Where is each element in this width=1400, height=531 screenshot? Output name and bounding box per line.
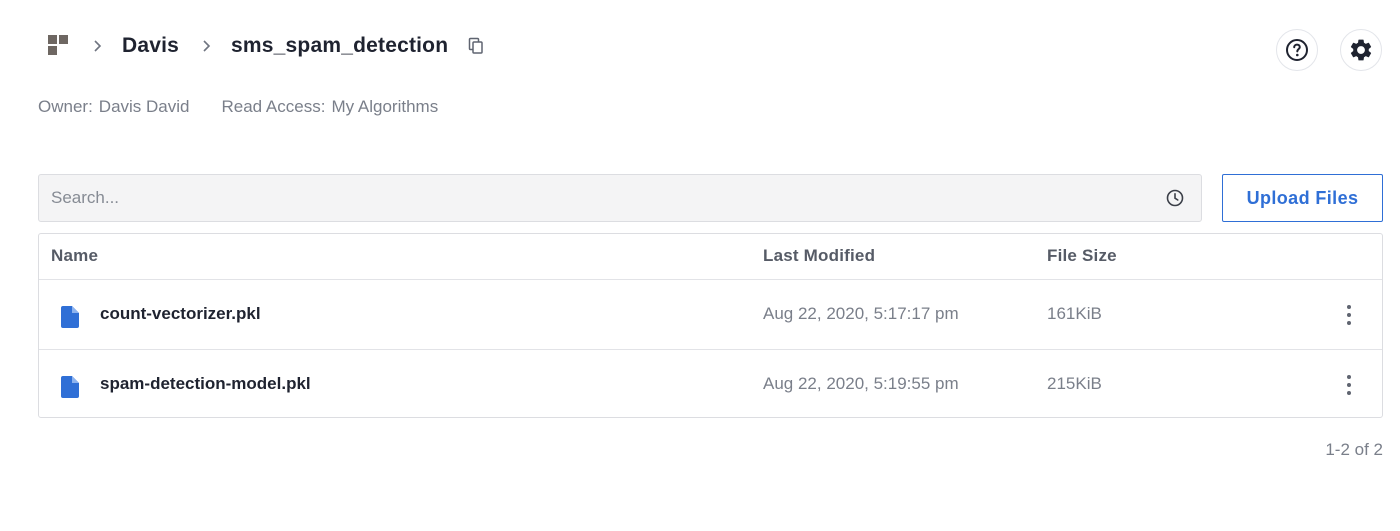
owner-info: Owner: Davis David xyxy=(38,97,190,117)
table-header: Name Last Modified File Size xyxy=(39,234,1382,280)
more-vertical-icon[interactable] xyxy=(1339,372,1359,398)
breadcrumb-collection-title: sms_spam_detection xyxy=(231,34,449,57)
search-input[interactable] xyxy=(51,188,1165,208)
last-modified-value: Aug 22, 2020, 5:17:17 pm xyxy=(763,304,959,323)
file-icon xyxy=(61,306,79,333)
file-name-link[interactable]: spam-detection-model.pkl xyxy=(100,374,311,394)
owner-label: Owner: xyxy=(38,97,93,116)
pagination-info: 1-2 of 2 xyxy=(1325,440,1383,459)
file-icon xyxy=(61,376,79,403)
column-header-file-size[interactable]: File Size xyxy=(1047,246,1117,266)
gear-icon xyxy=(1350,39,1372,61)
clock-icon[interactable] xyxy=(1165,188,1185,208)
header-actions xyxy=(1276,29,1382,71)
last-modified-value: Aug 22, 2020, 5:19:55 pm xyxy=(763,374,959,393)
file-name-link[interactable]: count-vectorizer.pkl xyxy=(100,304,261,324)
collection-meta: Owner: Davis David Read Access: My Algorit… xyxy=(38,97,438,117)
help-button[interactable] xyxy=(1276,29,1318,71)
read-access-label: Read Access: xyxy=(221,97,326,116)
table-row[interactable]: count-vectorizer.pkl Aug 22, 2020, 5:17:… xyxy=(39,280,1382,349)
settings-button[interactable] xyxy=(1340,29,1382,71)
breadcrumb-owner-link[interactable]: Davis xyxy=(122,34,179,58)
column-header-name[interactable]: Name xyxy=(51,246,98,266)
file-size-value: 161KiB xyxy=(1047,304,1102,323)
search-box xyxy=(38,174,1202,222)
read-access-info: Read Access: My Algorithms xyxy=(222,97,439,117)
files-table: Name Last Modified File Size count-vecto… xyxy=(38,233,1383,418)
column-header-last-modified[interactable]: Last Modified xyxy=(763,246,875,266)
more-vertical-icon[interactable] xyxy=(1339,302,1359,328)
upload-files-button[interactable]: Upload Files xyxy=(1222,174,1383,222)
help-circle-icon xyxy=(1286,39,1308,61)
breadcrumb: Davis sms_spam_detection xyxy=(48,30,484,62)
table-row[interactable]: spam-detection-model.pkl Aug 22, 2020, 5… xyxy=(39,349,1382,418)
copy-icon[interactable] xyxy=(468,37,484,55)
app-grid-logo-icon[interactable] xyxy=(48,35,70,57)
chevron-right-icon xyxy=(92,39,102,53)
read-access-value: My Algorithms xyxy=(331,97,439,116)
owner-value: Davis David xyxy=(98,97,190,116)
chevron-right-icon xyxy=(201,39,211,53)
file-size-value: 215KiB xyxy=(1047,374,1102,393)
